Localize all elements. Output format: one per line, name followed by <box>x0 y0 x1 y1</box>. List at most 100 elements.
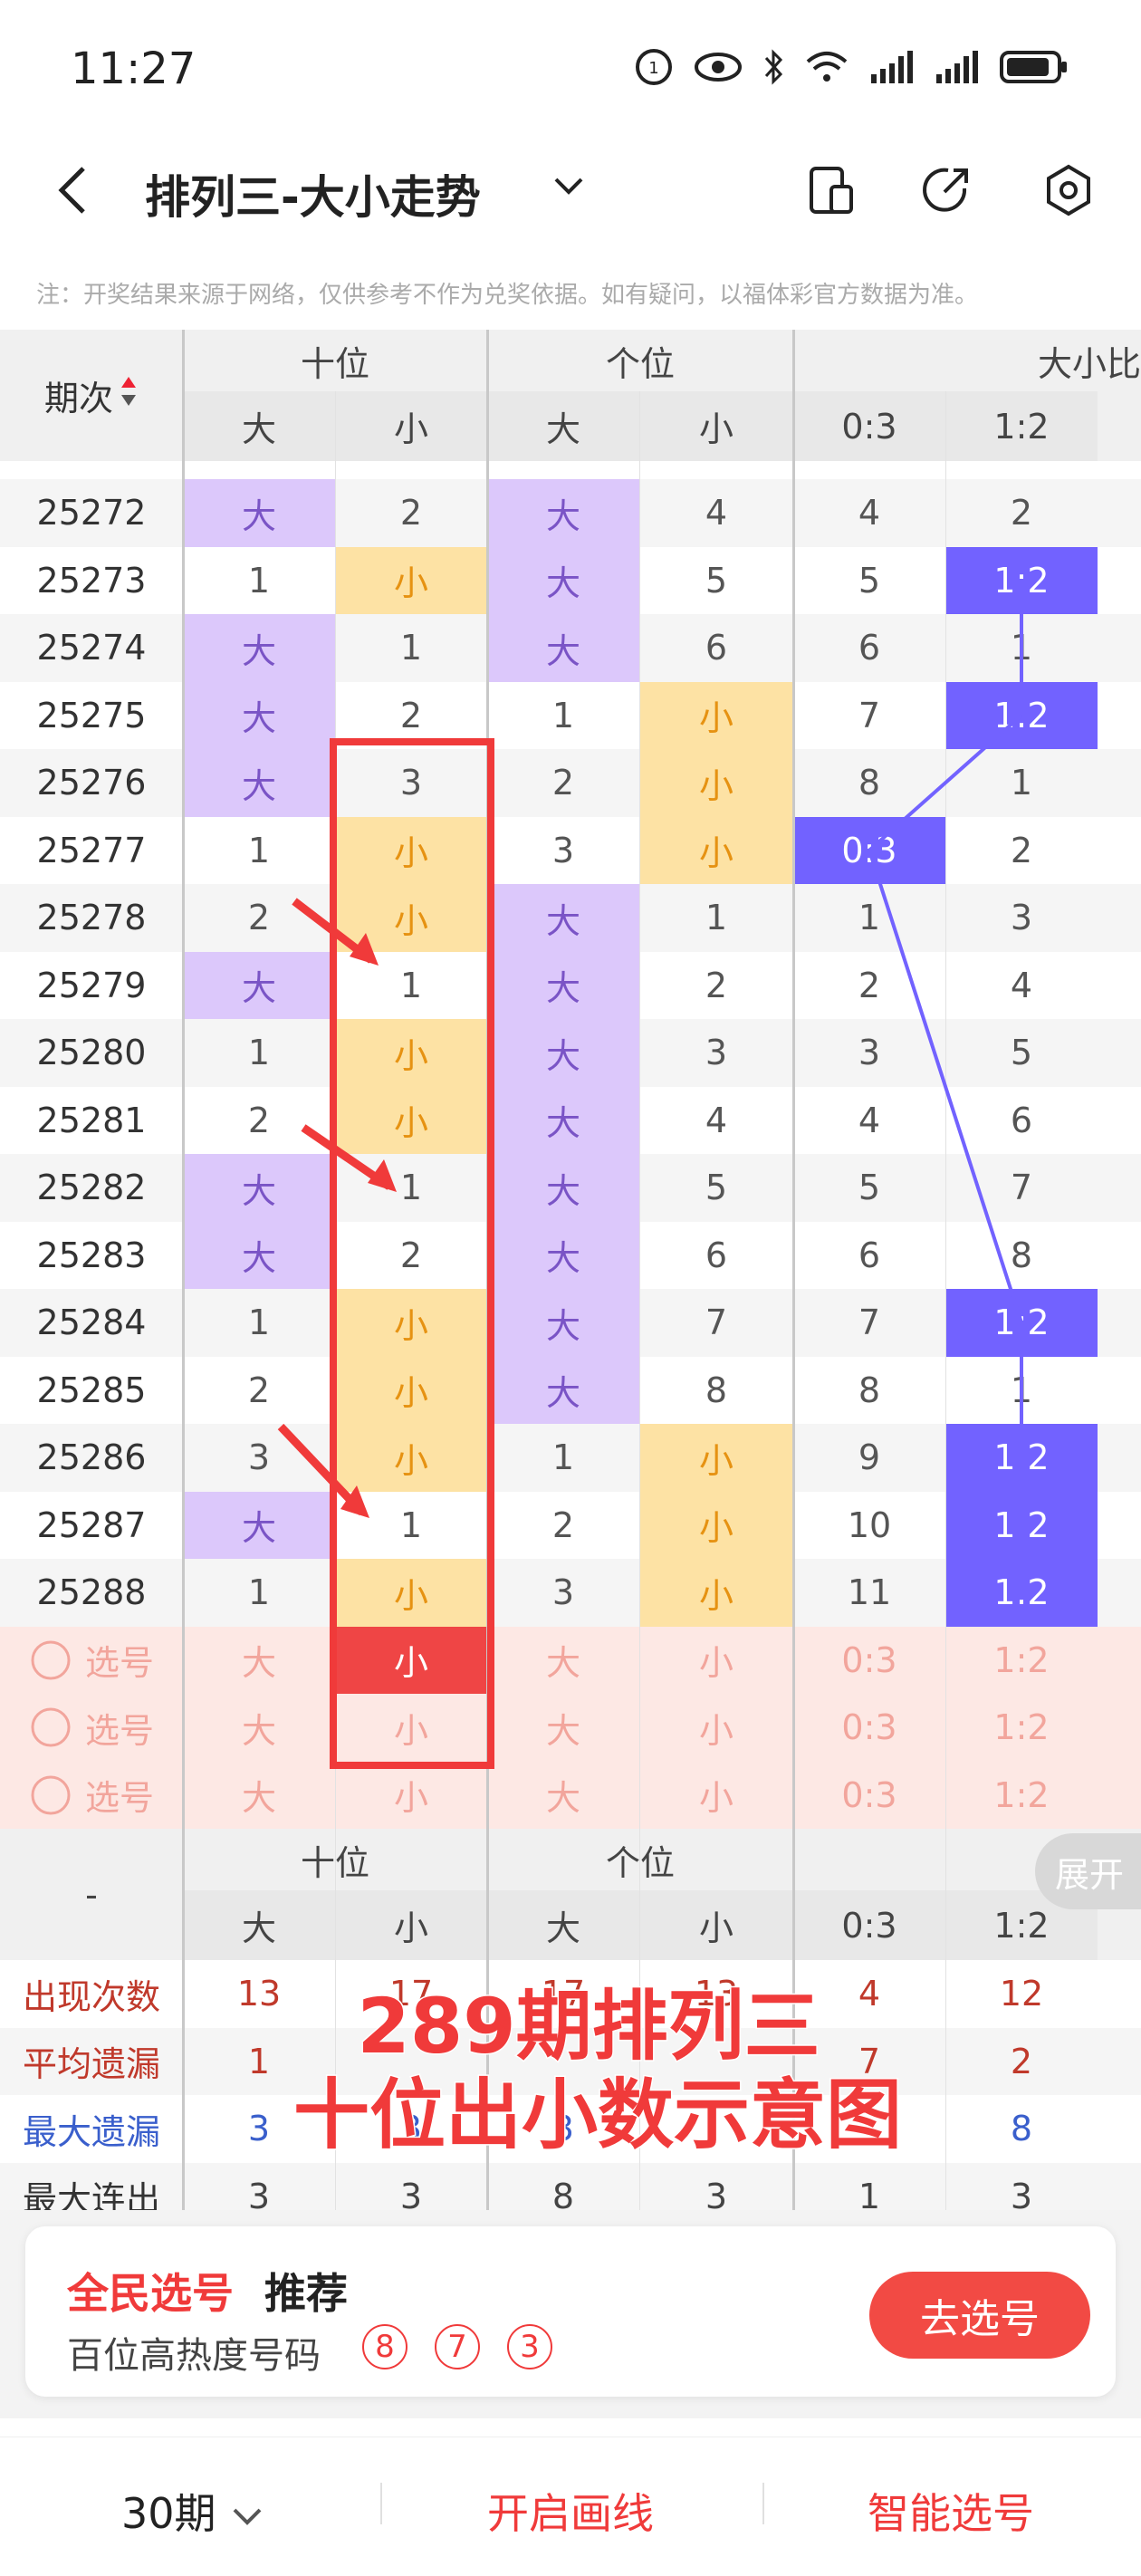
pick-option[interactable]: 小 <box>639 1694 793 1762</box>
settings-icon[interactable] <box>1041 163 1096 217</box>
trend-cell: 大 <box>487 546 639 614</box>
issue-number: 25272 <box>36 493 147 533</box>
recommend-card: 全民选号 推荐 百位高热度号码 8 7 3 去选号 <box>25 2226 1116 2397</box>
trend-cell: 2 <box>399 493 423 533</box>
trend-cell: 大 <box>183 1491 335 1559</box>
issue-number: 25273 <box>36 560 147 601</box>
issue-header[interactable]: 期次 <box>0 330 183 461</box>
trend-cell: 小 <box>639 749 793 817</box>
trend-cell: 1 <box>247 560 271 601</box>
radio-icon <box>31 1775 71 1815</box>
pick-option[interactable]: 大 <box>487 1694 639 1762</box>
svg-text:1: 1 <box>648 59 658 78</box>
trend-cell: 1 <box>1010 763 1033 803</box>
trend-cell: 1:2 <box>945 1559 1098 1627</box>
pick-option[interactable]: 0:3 <box>793 1694 945 1762</box>
smart-pick-button[interactable]: 智能选号 <box>868 2481 1034 2541</box>
trend-cell: 大 <box>487 1086 639 1154</box>
radio-icon <box>31 1640 71 1680</box>
trend-cell: 小 <box>335 546 487 614</box>
trend-cell: 3 <box>247 1437 271 1478</box>
issue-number: 25280 <box>36 1033 147 1073</box>
go-pick-button[interactable]: 去选号 <box>869 2272 1090 2359</box>
back-button[interactable] <box>54 163 91 217</box>
pick-selector[interactable]: 选号 <box>0 1627 183 1695</box>
chevron-down-icon[interactable] <box>551 172 587 203</box>
trend-cell: 6 <box>705 628 728 668</box>
trend-cell: 大 <box>487 951 639 1019</box>
pick-option[interactable]: 0:3 <box>793 1762 945 1830</box>
pick-selector[interactable]: 选号 <box>0 1694 183 1762</box>
issue-number: 25283 <box>36 1235 147 1275</box>
issue-number: 25285 <box>36 1370 147 1410</box>
trend-cell: 5 <box>858 560 881 601</box>
trend-cell: 大 <box>487 614 639 682</box>
status-icons: 1 <box>634 47 1069 91</box>
trend-cell: 1 <box>247 830 271 870</box>
trend-cell: 1:2 <box>945 546 1098 614</box>
pick-option[interactable]: 大 <box>183 1762 335 1830</box>
trend-cell: 大 <box>487 884 639 952</box>
trend-cell: 5 <box>705 1168 728 1208</box>
pick-label: 选号 <box>84 1643 154 1684</box>
stats-sub-header: 大 <box>183 1890 335 1960</box>
trend-cell: 大 <box>183 749 335 817</box>
trend-cell: 11 <box>847 1572 892 1613</box>
trend-cell: 7 <box>858 695 881 735</box>
trend-cell: 1 <box>551 695 575 735</box>
trend-cell: 2 <box>705 965 728 1005</box>
expand-button[interactable]: 展开 <box>1035 1833 1141 1909</box>
pick-option[interactable]: 1:2 <box>945 1627 1098 1695</box>
trend-cell: 6 <box>1010 1100 1033 1140</box>
stats-value: 8 <box>1010 2109 1033 2149</box>
pick-option[interactable]: 大 <box>183 1694 335 1762</box>
page-title[interactable]: 排列三-大小走势 <box>145 161 481 226</box>
trend-cell: 1 <box>1010 1370 1033 1410</box>
pick-option[interactable]: 小 <box>639 1627 793 1695</box>
card-subtitle: 百位高热度号码 <box>67 2335 321 2377</box>
pick-label: 选号 <box>84 1710 154 1751</box>
stats-corner: - <box>0 1829 183 1960</box>
divider <box>380 2483 382 2524</box>
trend-cell: 10 <box>847 1504 892 1545</box>
pick-option[interactable]: 大 <box>487 1762 639 1830</box>
trend-cell: 大 <box>487 1019 639 1087</box>
phone-layout-icon[interactable] <box>804 163 858 217</box>
pick-selector[interactable]: 选号 <box>0 1762 183 1830</box>
trend-cell: 5 <box>705 560 728 601</box>
pick-option[interactable]: 小 <box>639 1762 793 1830</box>
trend-cell: 1 <box>551 1437 575 1478</box>
issue-number: 25287 <box>36 1504 147 1545</box>
period-selector[interactable]: 30期 <box>121 2481 265 2541</box>
share-icon[interactable] <box>919 163 973 217</box>
pick-option[interactable]: 大 <box>183 1627 335 1695</box>
trend-cell: 1:2 <box>945 1424 1098 1492</box>
trend-cell: 大 <box>487 1289 639 1357</box>
trend-cell: 大 <box>183 479 335 547</box>
ratio-12-header: 1:2 <box>945 391 1098 461</box>
pick-option[interactable]: 大 <box>487 1627 639 1695</box>
trend-cell: 3 <box>551 830 575 870</box>
issue-number: 25274 <box>36 628 147 668</box>
pick-option[interactable]: 1:2 <box>945 1762 1098 1830</box>
trend-cell: 4 <box>858 493 881 533</box>
trend-cell: 0:3 <box>793 816 945 884</box>
battery-icon <box>1000 49 1069 89</box>
trend-cell: 大 <box>487 1221 639 1289</box>
trend-cell: 1:2 <box>945 681 1098 749</box>
pick-option[interactable]: 1:2 <box>945 1694 1098 1762</box>
trend-cell: 5 <box>858 1168 881 1208</box>
pick-option[interactable]: 小 <box>335 1762 487 1830</box>
trend-cell: 大 <box>183 1221 335 1289</box>
draw-line-button[interactable]: 开启画线 <box>487 2481 654 2541</box>
highlight-box <box>330 738 494 1769</box>
stats-sub-header: 大 <box>487 1890 639 1960</box>
ones-big-header: 大 <box>487 391 639 461</box>
trend-cell: 小 <box>639 816 793 884</box>
trend-cell: 2 <box>247 898 271 938</box>
trend-cell: 4 <box>705 1100 728 1140</box>
pick-option[interactable]: 0:3 <box>793 1627 945 1695</box>
divider <box>762 2483 764 2524</box>
data-saver-icon: 1 <box>634 47 674 91</box>
hot-number-ball: 3 <box>507 2324 552 2369</box>
